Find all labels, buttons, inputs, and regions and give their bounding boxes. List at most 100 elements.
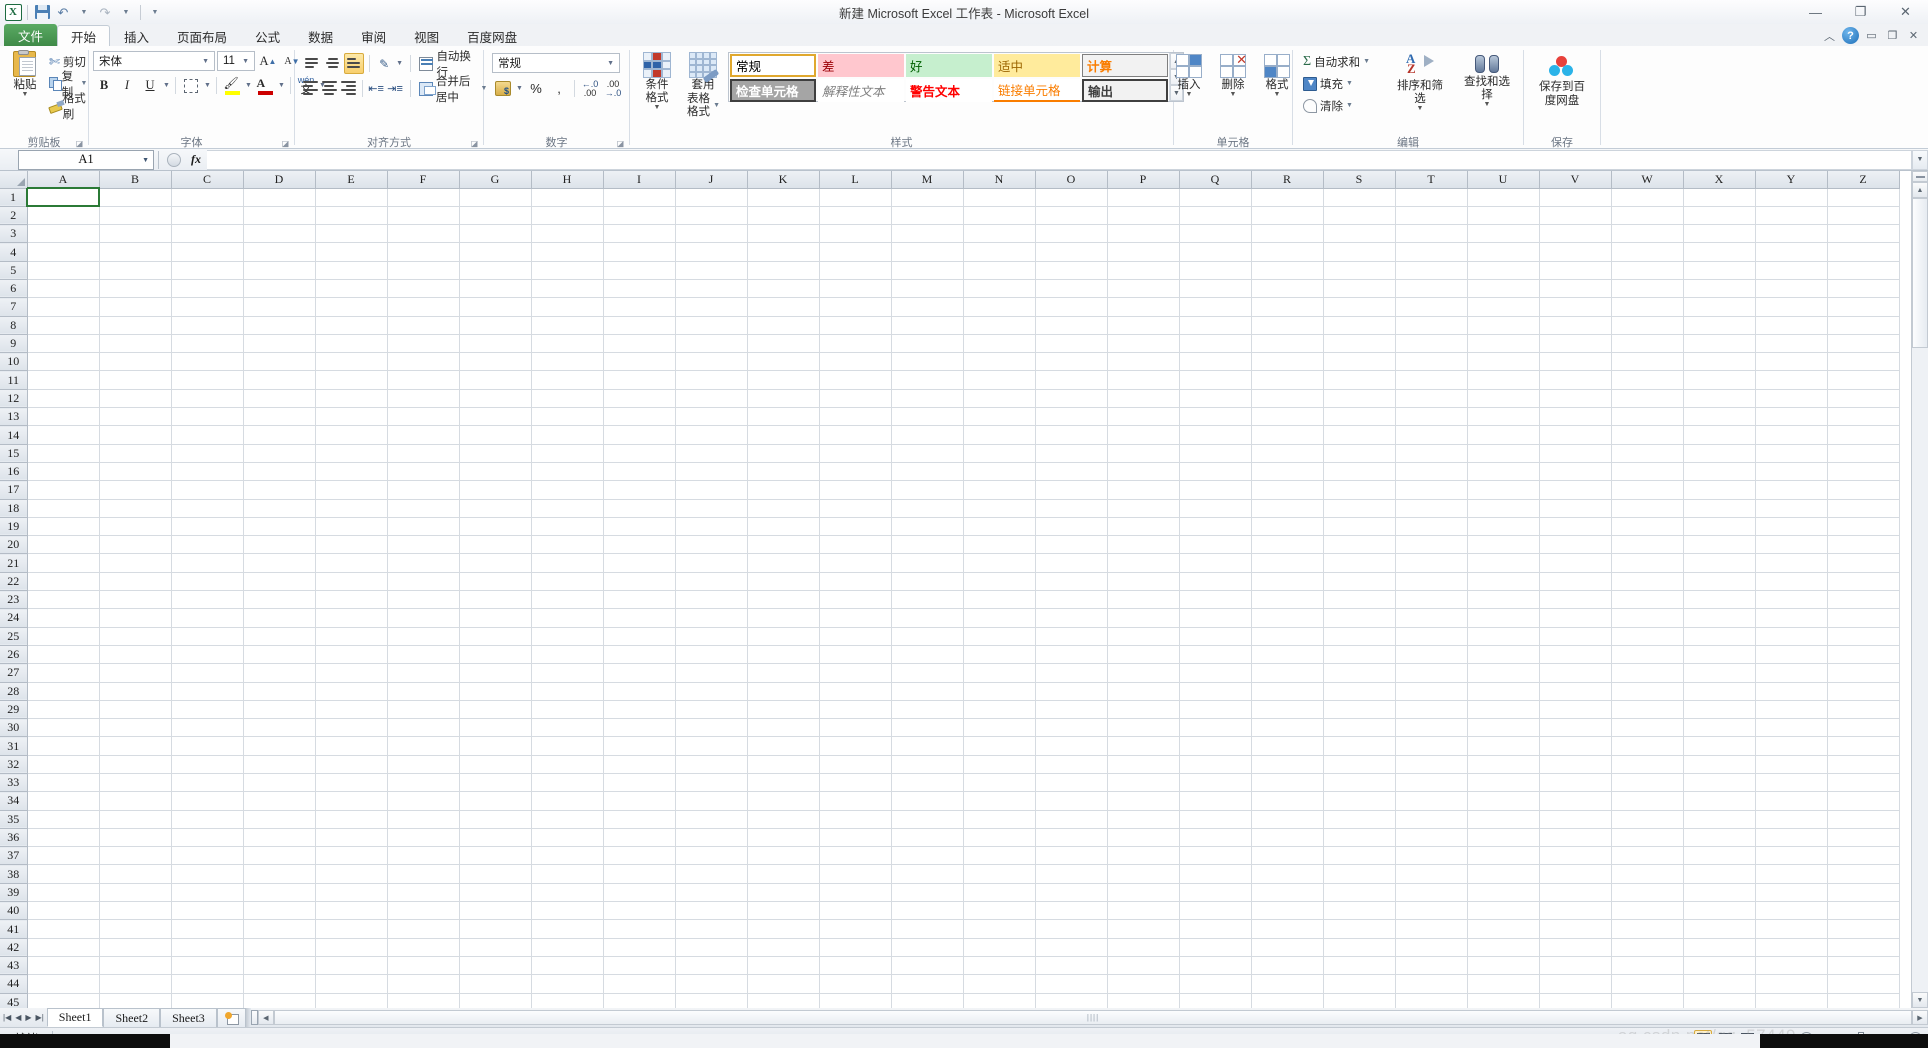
cell-M33[interactable]	[891, 773, 964, 793]
cell-O45[interactable]	[1035, 993, 1108, 1008]
cell-P32[interactable]	[1107, 755, 1180, 775]
cell-N14[interactable]	[963, 425, 1036, 445]
row-header-11[interactable]: 11	[0, 370, 28, 390]
cell-Y20[interactable]	[1755, 535, 1828, 555]
cell-Z31[interactable]	[1827, 736, 1900, 756]
cell-R33[interactable]	[1251, 773, 1324, 793]
cell-X43[interactable]	[1683, 956, 1756, 976]
cell-T37[interactable]	[1395, 846, 1468, 866]
cell-A3[interactable]	[27, 224, 100, 244]
cell-E14[interactable]	[315, 425, 388, 445]
cell-F8[interactable]	[387, 316, 460, 335]
cell-H39[interactable]	[531, 883, 604, 903]
cell-S2[interactable]	[1323, 206, 1396, 226]
font-dialog-launcher[interactable]: ◪	[280, 137, 291, 148]
cell-D2[interactable]	[243, 206, 316, 226]
cell-Y11[interactable]	[1755, 370, 1828, 390]
cell-A44[interactable]	[27, 974, 100, 994]
cell-Q19[interactable]	[1179, 517, 1252, 537]
cell-T7[interactable]	[1395, 297, 1468, 317]
cell-P9[interactable]	[1107, 334, 1180, 354]
cell-A34[interactable]	[27, 791, 100, 811]
cell-J18[interactable]	[675, 499, 748, 518]
cell-M2[interactable]	[891, 206, 964, 226]
cell-W5[interactable]	[1611, 261, 1684, 280]
cell-D6[interactable]	[243, 279, 316, 299]
cell-C6[interactable]	[171, 279, 244, 299]
cell-H20[interactable]	[531, 535, 604, 555]
cell-U29[interactable]	[1467, 700, 1540, 720]
cell-R1[interactable]	[1251, 188, 1324, 207]
cell-A38[interactable]	[27, 864, 100, 884]
cell-E3[interactable]	[315, 224, 388, 244]
cell-I35[interactable]	[603, 810, 676, 829]
cell-E9[interactable]	[315, 334, 388, 354]
formula-input[interactable]	[207, 149, 1912, 170]
cell-A21[interactable]	[27, 553, 100, 573]
cell-U6[interactable]	[1467, 279, 1540, 299]
cell-C35[interactable]	[171, 810, 244, 829]
cell-G9[interactable]	[459, 334, 532, 354]
format-as-table-dropdown-icon[interactable]: ▼	[713, 102, 720, 110]
cell-O43[interactable]	[1035, 956, 1108, 976]
cell-R4[interactable]	[1251, 242, 1324, 262]
cell-C5[interactable]	[171, 261, 244, 280]
cell-J44[interactable]	[675, 974, 748, 994]
tab-review[interactable]: 审阅	[347, 25, 400, 46]
cell-H41[interactable]	[531, 919, 604, 939]
cell-E1[interactable]	[315, 188, 388, 207]
cell-Q15[interactable]	[1179, 444, 1252, 463]
column-header-B[interactable]: B	[99, 171, 172, 189]
cell-B28[interactable]	[99, 682, 172, 701]
cell-X40[interactable]	[1683, 901, 1756, 921]
cell-R31[interactable]	[1251, 736, 1324, 756]
cell-E39[interactable]	[315, 883, 388, 903]
cell-Q33[interactable]	[1179, 773, 1252, 793]
cell-R14[interactable]	[1251, 425, 1324, 445]
cell-K44[interactable]	[747, 974, 820, 994]
cell-U14[interactable]	[1467, 425, 1540, 445]
cell-F34[interactable]	[387, 791, 460, 811]
cell-S24[interactable]	[1323, 608, 1396, 628]
cell-J8[interactable]	[675, 316, 748, 335]
cell-I12[interactable]	[603, 389, 676, 409]
cell-Y17[interactable]	[1755, 480, 1828, 500]
cell-M44[interactable]	[891, 974, 964, 994]
cell-Q24[interactable]	[1179, 608, 1252, 628]
cell-A19[interactable]	[27, 517, 100, 537]
cell-C21[interactable]	[171, 553, 244, 573]
cell-Y4[interactable]	[1755, 242, 1828, 262]
cell-F13[interactable]	[387, 407, 460, 427]
cell-G30[interactable]	[459, 718, 532, 738]
find-select-button[interactable]: 查找和选择 ▼	[1455, 51, 1519, 111]
cell-H12[interactable]	[531, 389, 604, 409]
cell-P28[interactable]	[1107, 682, 1180, 701]
cell-J13[interactable]	[675, 407, 748, 427]
cell-A32[interactable]	[27, 755, 100, 775]
row-header-45[interactable]: 45	[0, 993, 28, 1008]
cell-Q42[interactable]	[1179, 938, 1252, 957]
cell-S18[interactable]	[1323, 499, 1396, 518]
cell-style-output[interactable]: 输出	[1082, 79, 1168, 102]
cell-J5[interactable]	[675, 261, 748, 280]
cell-A31[interactable]	[27, 736, 100, 756]
cell-C15[interactable]	[171, 444, 244, 463]
cell-C32[interactable]	[171, 755, 244, 775]
row-header-9[interactable]: 9	[0, 334, 28, 354]
cell-Z6[interactable]	[1827, 279, 1900, 299]
cell-Q25[interactable]	[1179, 627, 1252, 646]
cell-B3[interactable]	[99, 224, 172, 244]
cell-L1[interactable]	[819, 188, 892, 207]
cell-V33[interactable]	[1539, 773, 1612, 793]
cell-L8[interactable]	[819, 316, 892, 335]
cell-C3[interactable]	[171, 224, 244, 244]
cell-L22[interactable]	[819, 572, 892, 592]
cell-W29[interactable]	[1611, 700, 1684, 720]
cell-W38[interactable]	[1611, 864, 1684, 884]
cell-Y41[interactable]	[1755, 919, 1828, 939]
cell-L41[interactable]	[819, 919, 892, 939]
cell-S10[interactable]	[1323, 352, 1396, 372]
cell-N22[interactable]	[963, 572, 1036, 592]
cell-L30[interactable]	[819, 718, 892, 738]
cell-N8[interactable]	[963, 316, 1036, 335]
